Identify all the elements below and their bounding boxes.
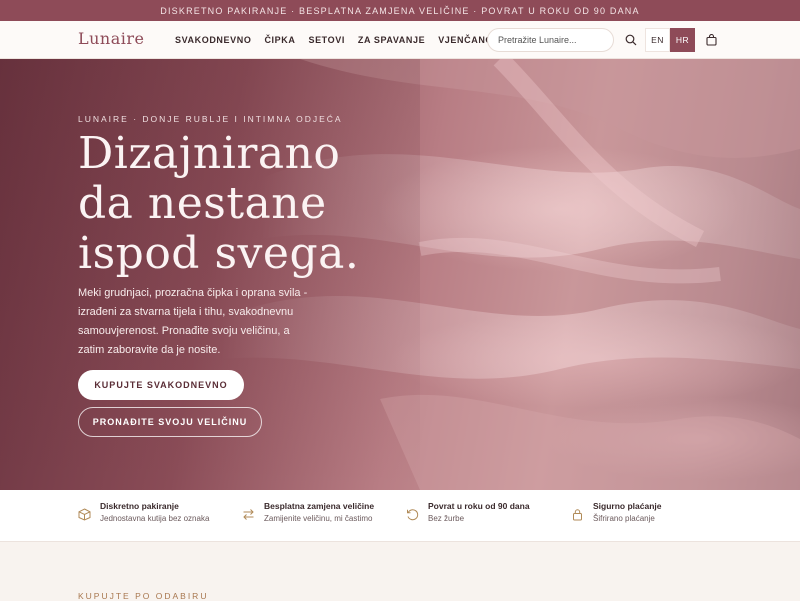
nav-item-za-spavanje[interactable]: ZA SPAVANJE [358, 35, 425, 45]
feature-title: Besplatna zamjena veličine [264, 501, 375, 511]
announcement-text: DISKRETNO PAKIRANJE · BESPLATNA ZAMJENA … [160, 5, 640, 16]
hero-headline: Dizajnirano da nestane ispod svega. [78, 128, 360, 279]
feature-item: Sigurno plaćanje Šifrirano plaćanje [571, 500, 662, 525]
feature-title: Diskretno pakiranje [100, 501, 179, 511]
search-icon[interactable] [624, 33, 638, 47]
announcement-bar: DISKRETNO PAKIRANJE · BESPLATNA ZAMJENA … [0, 0, 800, 21]
hero-description: Meki grudnjaci, prozračna čipka i oprana… [78, 287, 308, 356]
lang-en-button[interactable]: EN [645, 28, 670, 52]
shop-everyday-button[interactable]: KUPUJTE SVAKODNEVNO [78, 370, 244, 400]
lang-hr-button[interactable]: HR [670, 28, 695, 52]
feature-title: Sigurno plaćanje [593, 501, 662, 511]
hero-section: LUNAIRE · DONJE RUBLJE I INTIMNA ODJEĆA … [0, 59, 800, 490]
nav-item-svakodnevno[interactable]: SVAKODNEVNO [175, 35, 251, 45]
feature-title: Povrat u roku od 90 dana [428, 501, 530, 511]
return-icon [406, 508, 420, 522]
feature-item: Diskretno pakiranje Jednostavna kutija b… [78, 500, 209, 525]
search-input[interactable] [487, 28, 614, 52]
main-menu: SVAKODNEVNO ČIPKA SETOVI ZA SPAVANJE VJE… [175, 21, 506, 59]
brand-logo[interactable]: Lunaire [78, 29, 145, 48]
feature-item: Besplatna zamjena veličine Zamijenite ve… [242, 500, 374, 525]
swap-icon [242, 508, 256, 522]
nav-item-cipka[interactable]: ČIPKA [264, 35, 295, 45]
bag-icon[interactable] [704, 33, 718, 47]
hero-eyebrow: LUNAIRE · DONJE RUBLJE I INTIMNA ODJEĆA [78, 114, 343, 124]
lock-icon [571, 508, 585, 522]
feature-subtitle: Zamijenite veličinu, mi častimo [264, 514, 373, 523]
feature-subtitle: Bez žurbe [428, 514, 465, 523]
features-strip: Diskretno pakiranje Jednostavna kutija b… [0, 490, 800, 542]
nav-item-setovi[interactable]: SETOVI [308, 35, 344, 45]
nav-item-vjencano[interactable]: VJENČANO [438, 35, 493, 45]
feature-subtitle: Jednostavna kutija bez oznaka [100, 514, 210, 523]
find-size-button[interactable]: PRONAĐITE SVOJU VELIČINU [78, 407, 262, 437]
header-nav: Lunaire SVAKODNEVNO ČIPKA SETOVI ZA SPAV… [0, 21, 800, 59]
box-icon [78, 508, 92, 522]
feature-item: Povrat u roku od 90 dana Bez žurbe [406, 500, 530, 525]
feature-subtitle: Šifrirano plaćanje [593, 514, 655, 523]
